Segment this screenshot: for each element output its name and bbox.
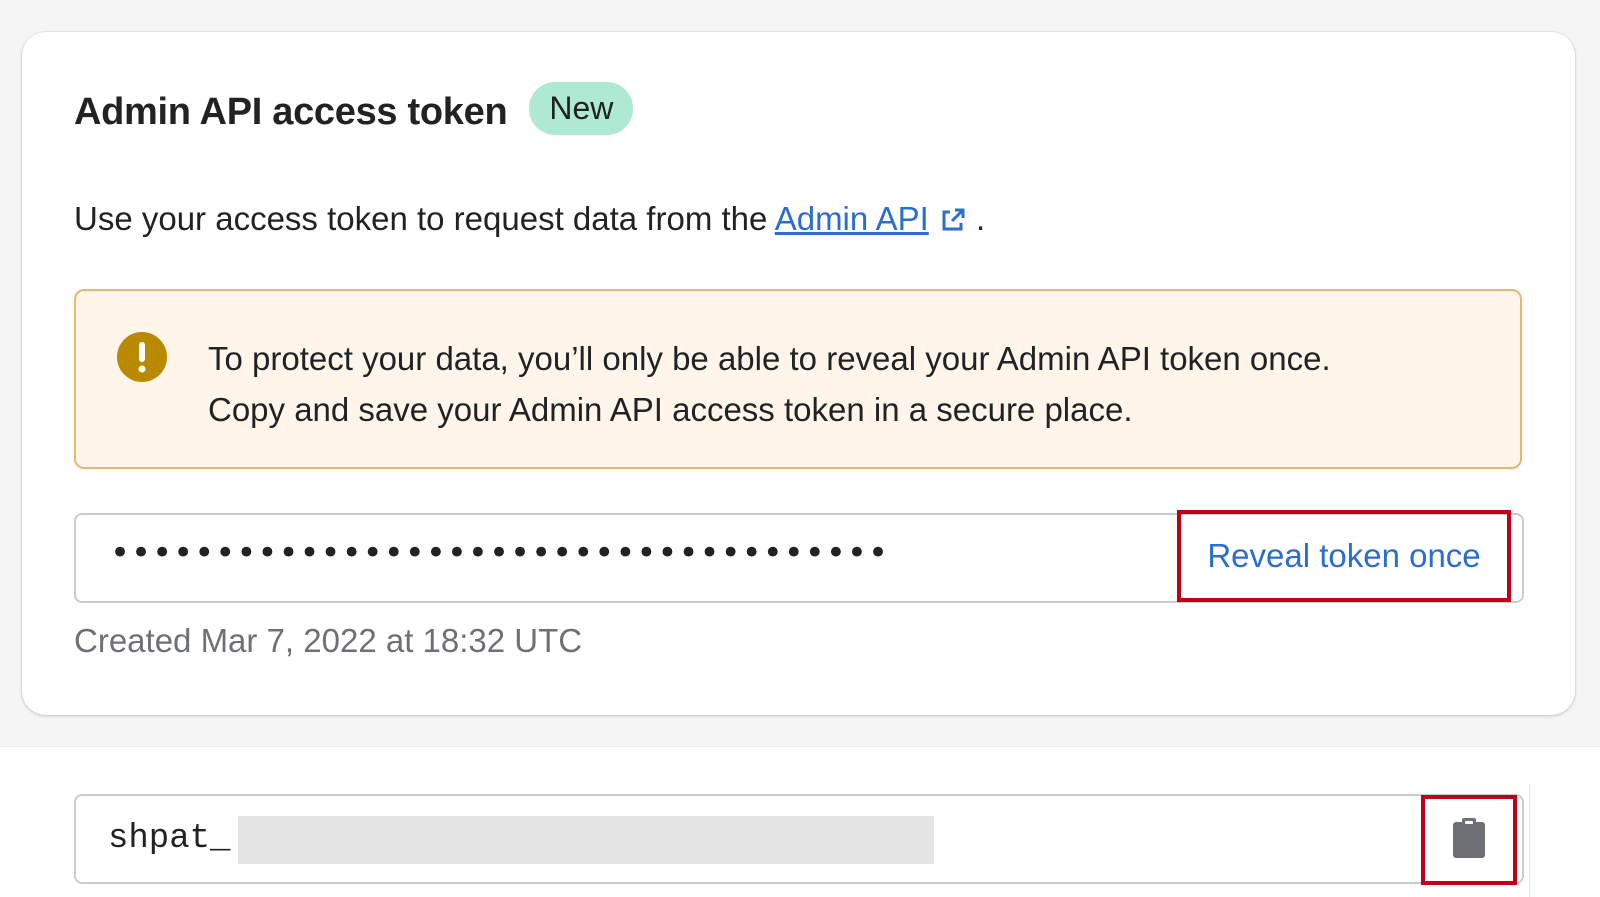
description-text: Use your access token to request data fr… <box>74 200 775 237</box>
card-description: Use your access token to request data fr… <box>74 200 985 242</box>
warning-text: To protect your data, you’ll only be abl… <box>208 333 1331 435</box>
redacted-token-block <box>238 816 934 864</box>
reveal-token-button[interactable]: Reveal token once <box>1177 510 1511 602</box>
card-header: Admin API access token New <box>74 81 634 142</box>
token-prefix: shpat_ <box>108 820 231 858</box>
created-timestamp: Created Mar 7, 2022 at 18:32 UTC <box>74 622 583 659</box>
warning-banner: To protect your data, you’ll only be abl… <box>74 289 1522 469</box>
admin-api-link[interactable]: Admin API <box>775 200 929 237</box>
description-end: . <box>966 200 986 237</box>
revealed-token-field[interactable]: shpat_ <box>74 794 1524 884</box>
masked-token-value: ••••••••••••••••••••••••••••••••••••• <box>110 533 890 573</box>
warning-line-1: To protect your data, you’ll only be abl… <box>208 340 1331 377</box>
exclamation-circle-icon <box>116 331 168 383</box>
card-title: Admin API access token <box>74 90 508 133</box>
divider <box>1529 784 1530 897</box>
new-badge: New <box>529 81 634 135</box>
external-link-icon[interactable] <box>939 204 967 242</box>
admin-api-link-text[interactable]: Admin API <box>775 200 929 237</box>
warning-line-2: Copy and save your Admin API access toke… <box>208 391 1133 428</box>
clipboard-icon[interactable] <box>1452 817 1486 864</box>
copy-token-button[interactable] <box>1421 795 1517 885</box>
